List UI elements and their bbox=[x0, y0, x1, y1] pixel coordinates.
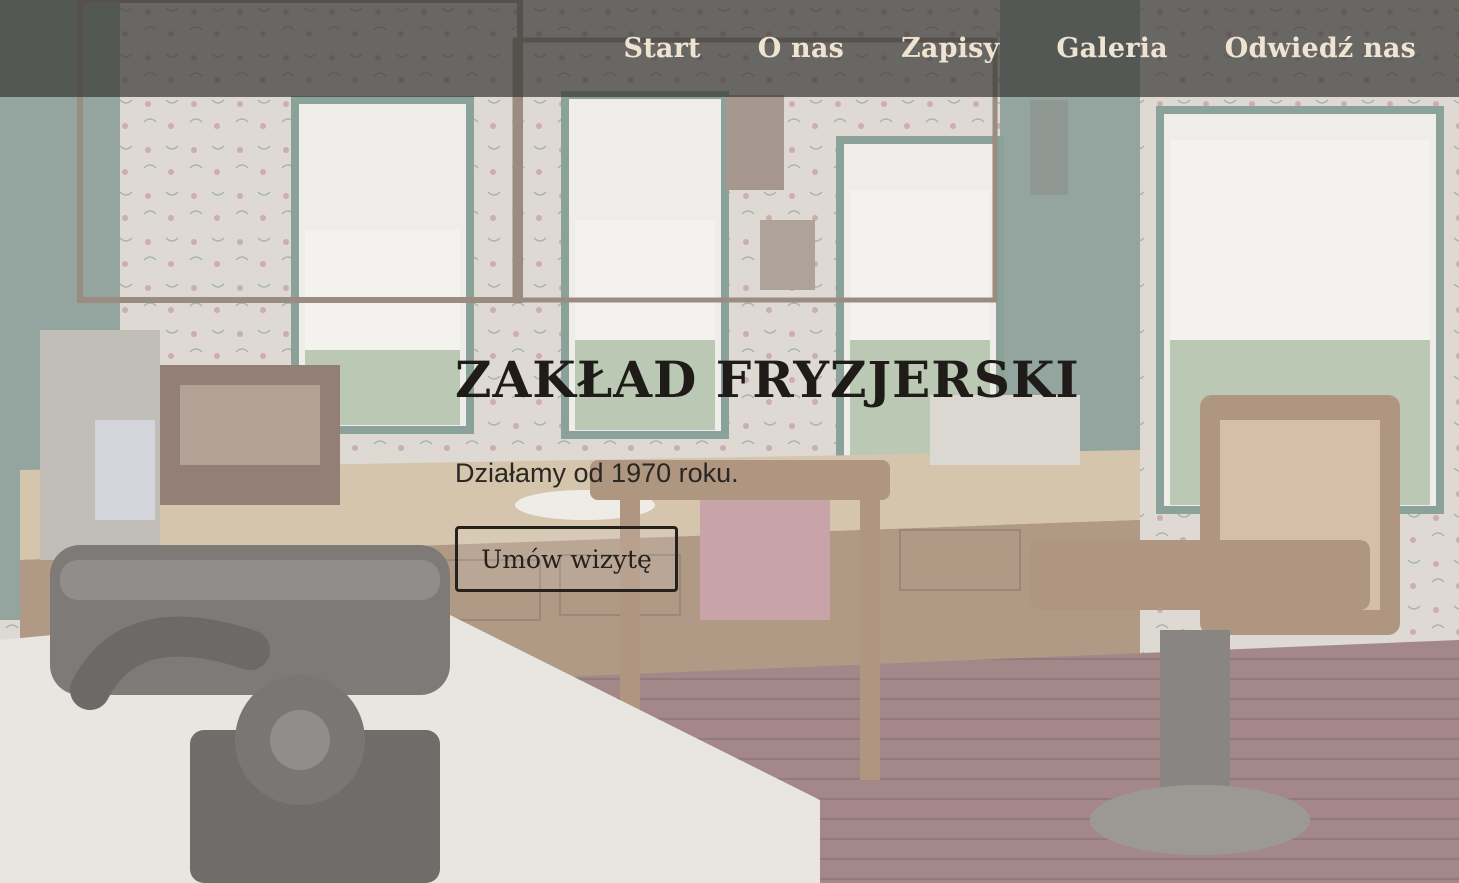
book-appointment-button[interactable]: Umów wizytę bbox=[455, 526, 678, 592]
nav-link-o-nas[interactable]: O nas bbox=[758, 0, 844, 97]
nav-link-zapisy[interactable]: Zapisy bbox=[901, 0, 999, 97]
hero-subtitle: Działamy od 1970 roku. bbox=[455, 458, 739, 488]
main-navbar: Start O nas Zapisy Galeria Odwiedź nas bbox=[0, 0, 1459, 97]
nav-link-odwiedz-nas[interactable]: Odwiedź nas bbox=[1225, 0, 1416, 97]
hero-title: ZAKŁAD FRYZJERSKI bbox=[455, 350, 1080, 409]
hero-background-image bbox=[0, 0, 1459, 883]
nav-link-galeria[interactable]: Galeria bbox=[1056, 0, 1167, 97]
nav-link-start[interactable]: Start bbox=[624, 0, 701, 97]
